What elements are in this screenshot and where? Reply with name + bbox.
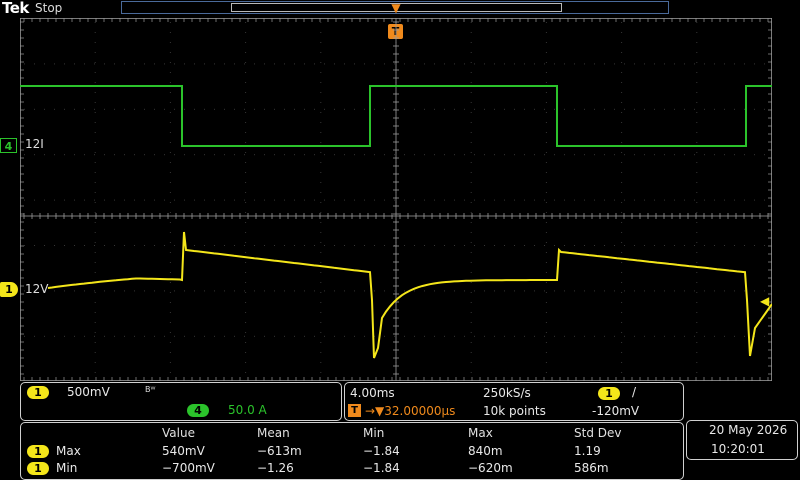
datetime-panel[interactable]: 20 May 2026 10:20:01 xyxy=(686,420,798,460)
acquisition-status: Stop xyxy=(35,1,63,15)
ch1-volts-per-div: 500mV xyxy=(67,385,110,399)
ch1-waveform xyxy=(47,231,772,359)
record-length: 10k points xyxy=(483,404,546,418)
bandwidth-limit-indicator: Bᵂ xyxy=(145,385,156,394)
trigger-level: -120mV xyxy=(592,404,640,418)
meas-cell: −1.84 xyxy=(363,444,400,458)
meas-cell: −1.84 xyxy=(363,461,400,475)
trigger-delay-icon: T xyxy=(348,404,361,417)
meas-row-name: Max xyxy=(56,444,81,458)
meas-header-min: Min xyxy=(363,426,385,440)
meas-header-value: Value xyxy=(162,426,195,440)
ch4-label: 12I xyxy=(25,137,44,151)
vertical-settings-panel[interactable]: 1 500mV Bᵂ 4 50.0 A xyxy=(20,382,342,421)
time-per-div: 4.00ms xyxy=(350,386,395,400)
trigger-level-arrow-icon: ◀ xyxy=(760,294,770,308)
top-status-bar: Tek Stop ▼ xyxy=(0,0,800,18)
trigger-slope-rising-icon: / xyxy=(632,385,637,399)
meas-cell: 586m xyxy=(574,461,609,475)
ch4-badge: 4 xyxy=(187,404,209,417)
sample-rate: 250kS/s xyxy=(483,386,531,400)
meas-cell: 1.19 xyxy=(574,444,601,458)
graticule xyxy=(20,18,772,381)
meas-cell: −613m xyxy=(257,444,302,458)
meas-cell: −700mV xyxy=(162,461,215,475)
trigger-delay: →▼32.00000µs xyxy=(365,404,456,418)
meas-header-mean: Mean xyxy=(257,426,290,440)
meas-cell: 540mV xyxy=(162,444,205,458)
meas-row-channel-badge: 1 xyxy=(27,462,49,475)
ch4-amps-per-div: 50.0 A xyxy=(228,403,267,417)
brand-logo: Tek xyxy=(2,0,29,17)
ch1-badge: 1 xyxy=(27,386,49,399)
horizontal-trigger-panel[interactable]: 4.00ms 250kS/s 1 / →▼32.00000µs 10k poin… xyxy=(344,382,684,421)
meas-cell: −1.26 xyxy=(257,461,294,475)
date-display: 20 May 2026 xyxy=(709,423,788,437)
trigger-position-icon: ▼ xyxy=(391,1,401,15)
meas-header-max: Max xyxy=(468,426,493,440)
meas-row-name: Min xyxy=(56,461,78,475)
ch1-label: 12V xyxy=(25,282,49,296)
meas-header-stddev: Std Dev xyxy=(574,426,622,440)
measurements-panel[interactable]: Value Mean Min Max Std Dev 1 Max 540mV −… xyxy=(20,422,684,480)
meas-cell: 840m xyxy=(468,444,503,458)
waveform-display[interactable] xyxy=(20,18,772,381)
ch1-ground-marker[interactable]: 1 xyxy=(0,282,18,297)
ch4-ground-marker[interactable]: 4 xyxy=(0,138,17,153)
meas-cell: −620m xyxy=(468,461,513,475)
meas-row-channel-badge: 1 xyxy=(27,445,49,458)
time-display: 10:20:01 xyxy=(711,442,765,456)
trigger-source-badge: 1 xyxy=(598,387,620,400)
